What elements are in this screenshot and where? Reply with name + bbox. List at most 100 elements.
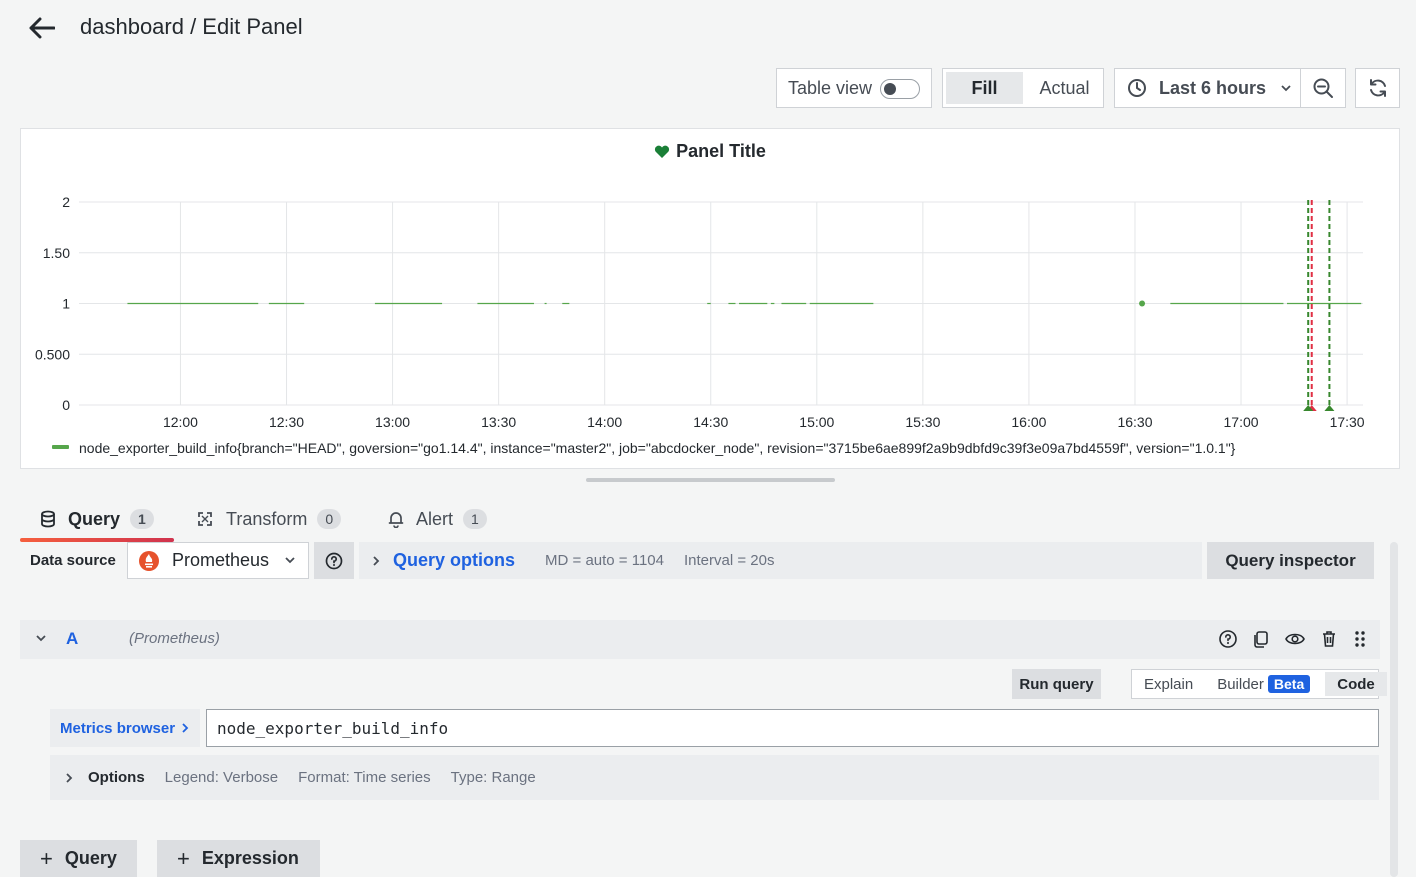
- tab-query[interactable]: Query 1: [20, 498, 174, 542]
- run-query-button[interactable]: Run query: [1012, 669, 1101, 699]
- x-tick-label: 15:00: [799, 414, 834, 430]
- chevron-down-icon: [285, 557, 295, 564]
- x-tick-label: 16:30: [1117, 414, 1152, 430]
- tab-query-label: Query: [68, 508, 121, 529]
- series-point: [1139, 300, 1146, 307]
- toggle-switch[interactable]: [880, 79, 920, 99]
- x-tick-label: 14:00: [587, 414, 622, 430]
- x-tick-label: 13:30: [481, 414, 516, 430]
- builder-mode[interactable]: Builder Beta: [1205, 670, 1322, 698]
- time-range-picker[interactable]: Last 6 hours: [1115, 69, 1301, 107]
- y-tick-label: 2: [62, 194, 70, 210]
- plus-icon: +: [177, 845, 190, 871]
- transform-icon: [198, 512, 212, 526]
- legend-label: node_exporter_build_info{branch="HEAD", …: [79, 440, 1236, 456]
- add-query-button[interactable]: + Query: [20, 840, 137, 877]
- explain-toggle[interactable]: Explain: [1132, 670, 1205, 698]
- fill-actual-switch: Fill Actual: [942, 68, 1104, 108]
- database-icon: [41, 510, 55, 528]
- panel-toolbar: Table view Fill Actual Last 6 hours: [0, 68, 1416, 108]
- chevron-right-icon: [373, 555, 380, 566]
- format-option: Format: Time series: [298, 769, 431, 786]
- query-row-header: A (Prometheus): [20, 620, 1380, 659]
- max-data-points: MD = auto = 1104: [545, 552, 664, 569]
- trash-icon[interactable]: [1319, 629, 1339, 649]
- zoom-out-button[interactable]: [1301, 69, 1345, 107]
- time-range-label: Last 6 hours: [1159, 77, 1267, 98]
- panel-resize-handle[interactable]: [586, 478, 835, 482]
- help-icon[interactable]: [1218, 629, 1238, 649]
- chevron-down-icon: [1281, 85, 1291, 92]
- annotation-marker: [1324, 405, 1335, 411]
- query-options-row[interactable]: Options Legend: Verbose Format: Time ser…: [50, 755, 1379, 800]
- query-options-label: Query options: [393, 550, 516, 570]
- add-query-label: Query: [64, 848, 117, 868]
- query-datasource-name: (Prometheus): [129, 630, 220, 647]
- data-source-label: Data source: [20, 542, 126, 579]
- page-title: dashboard / Edit Panel: [80, 14, 303, 39]
- y-tick-label: 1: [62, 296, 70, 312]
- table-view-label: Table view: [788, 77, 873, 98]
- metrics-browser-label: Metrics browser: [60, 719, 176, 737]
- x-tick-label: 12:30: [269, 414, 304, 430]
- add-expression-button[interactable]: + Expression: [157, 840, 320, 877]
- x-tick-label: 15:30: [905, 414, 940, 430]
- editor-scrollbar[interactable]: [1390, 542, 1398, 877]
- arrow-left-icon: [29, 17, 55, 39]
- editor-tabs: Query 1 Transform 0 Alert 1: [20, 498, 1400, 542]
- bell-icon: [388, 512, 404, 528]
- query-inspector-button[interactable]: Query inspector: [1207, 542, 1374, 579]
- interval-value: Interval = 20s: [683, 552, 775, 569]
- code-mode[interactable]: Code: [1325, 672, 1387, 696]
- drag-handle-icon[interactable]: [1352, 629, 1368, 649]
- x-tick-label: 14:30: [693, 414, 728, 430]
- query-options-bar[interactable]: Query options MD = auto = 1104 Interval …: [359, 542, 1202, 579]
- x-tick-label: 13:00: [375, 414, 410, 430]
- tab-alert-count: 1: [463, 509, 487, 529]
- type-option: Type: Range: [450, 769, 536, 786]
- zoom-out-icon: [1313, 78, 1333, 98]
- tab-alert[interactable]: Alert 1: [368, 498, 507, 540]
- plus-icon: +: [40, 845, 53, 871]
- tab-transform-count: 0: [317, 509, 342, 529]
- help-icon: [325, 552, 343, 569]
- chevron-right-icon: [182, 723, 189, 733]
- y-tick-label: 0.500: [35, 346, 70, 362]
- promql-query-input[interactable]: node_exporter_build_info: [206, 709, 1379, 747]
- tab-alert-label: Alert: [416, 508, 454, 529]
- back-button[interactable]: [28, 14, 56, 42]
- x-tick-label: 17:00: [1224, 414, 1259, 430]
- query-ref-id[interactable]: A: [66, 629, 78, 649]
- legend-option: Legend: Verbose: [164, 769, 279, 786]
- chevron-right-icon: [66, 772, 73, 783]
- time-range-controls: Last 6 hours: [1114, 68, 1346, 108]
- x-tick-label: 12:00: [163, 414, 198, 430]
- y-tick-label: 1.50: [43, 245, 70, 261]
- panel-preview: Panel Title 0 0.500 1 1.50 2 12:00 12:30 13:00…: [20, 128, 1400, 469]
- data-source-help-button[interactable]: [314, 542, 354, 579]
- tab-query-count: 1: [130, 509, 154, 529]
- legend-swatch: [52, 445, 69, 449]
- tab-transform[interactable]: Transform 0: [176, 498, 361, 540]
- clock-icon: [1128, 79, 1146, 97]
- data-source-select[interactable]: Prometheus: [127, 542, 309, 579]
- tab-transform-label: Transform: [226, 508, 308, 529]
- y-tick-label: 0: [62, 397, 70, 413]
- fill-button[interactable]: Fill: [946, 72, 1023, 104]
- actual-button[interactable]: Actual: [1026, 69, 1103, 107]
- data-source-value: Prometheus: [172, 550, 270, 570]
- refresh-button[interactable]: [1355, 68, 1400, 108]
- metrics-browser-button[interactable]: Metrics browser: [50, 709, 200, 747]
- x-tick-label: 17:30: [1330, 414, 1365, 430]
- editor-mode-switch: Explain Builder Beta Code: [1131, 669, 1387, 699]
- data-source-row: Data source Prometheus Query options MD …: [20, 542, 1388, 579]
- options-label: Options: [88, 769, 145, 786]
- table-view-toggle[interactable]: Table view: [776, 68, 932, 108]
- eye-icon[interactable]: [1284, 629, 1306, 649]
- refresh-icon: [1369, 79, 1386, 97]
- add-expression-label: Expression: [201, 848, 299, 868]
- query-row-actions: [1218, 629, 1368, 649]
- time-series-chart[interactable]: 0 0.500 1 1.50 2 12:00 12:30 13:00 13:30 14:00 14…: [21, 129, 1401, 470]
- duplicate-icon[interactable]: [1251, 629, 1271, 649]
- collapse-icon[interactable]: [34, 631, 48, 645]
